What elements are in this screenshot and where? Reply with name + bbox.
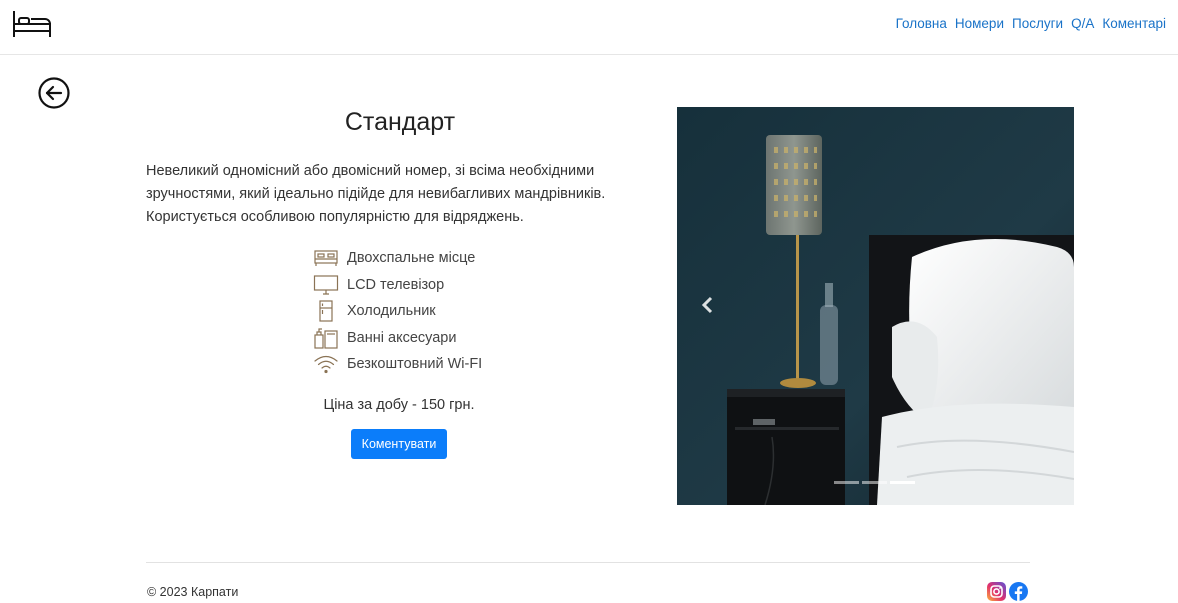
carousel-indicator[interactable] [862, 481, 887, 484]
carousel-indicator-active[interactable] [890, 481, 915, 484]
double-bed-icon [312, 246, 340, 270]
facebook-icon[interactable] [1009, 582, 1028, 601]
comment-button[interactable]: Коментувати [351, 429, 447, 459]
room-photo-carousel[interactable] [677, 107, 1074, 505]
social-links [987, 582, 1028, 601]
amenity-item: Ванні аксесуари [312, 325, 482, 352]
wifi-icon [312, 352, 340, 376]
amenity-label: Двохспальне місце [347, 250, 476, 267]
bath-accessories-icon [312, 326, 340, 350]
chevron-left-icon[interactable] [697, 293, 719, 317]
fridge-icon [312, 299, 340, 323]
room-title: Стандарт [344, 108, 456, 136]
amenity-label: Ванні аксесуари [347, 329, 457, 346]
arrow-left-circle-icon[interactable] [38, 77, 70, 109]
amenity-item: Двохспальне місце [312, 245, 482, 272]
amenity-label: Холодильник [347, 303, 436, 320]
bed-icon[interactable] [11, 9, 53, 39]
room-photo [677, 107, 1074, 505]
tv-icon [312, 273, 340, 297]
footer-divider [146, 562, 1030, 563]
amenity-label: Безкоштовний Wi-FI [347, 356, 483, 373]
nav-links: Головна Номери Послуги Q/A Коментарі [888, 16, 1166, 31]
amenity-item: LCD телевізор [312, 272, 482, 299]
price-per-night: Ціна за добу - 150 грн. [323, 397, 475, 413]
nav-link-services[interactable]: Послуги [1012, 16, 1063, 31]
nav-link-qa[interactable]: Q/A [1071, 16, 1094, 31]
nav-link-comments[interactable]: Коментарі [1102, 16, 1166, 31]
footer-copyright: © 2023 Карпати [147, 585, 239, 599]
amenity-item: Холодильник [312, 298, 482, 325]
carousel-indicator[interactable] [834, 481, 859, 484]
navbar: Головна Номери Послуги Q/A Коментарі [0, 0, 1178, 55]
amenity-item: Безкоштовний Wi-FI [312, 351, 482, 378]
nav-link-home[interactable]: Головна [896, 16, 947, 31]
amenity-label: LCD телевізор [347, 276, 445, 293]
room-description: Невеликий одномісний або двомісний номер… [146, 163, 606, 225]
instagram-icon[interactable] [987, 582, 1006, 601]
carousel-indicators [834, 481, 915, 484]
nav-link-rooms[interactable]: Номери [955, 16, 1004, 31]
amenities-list: Двохспальне місце LCD телевізор Холодиль… [312, 245, 482, 378]
